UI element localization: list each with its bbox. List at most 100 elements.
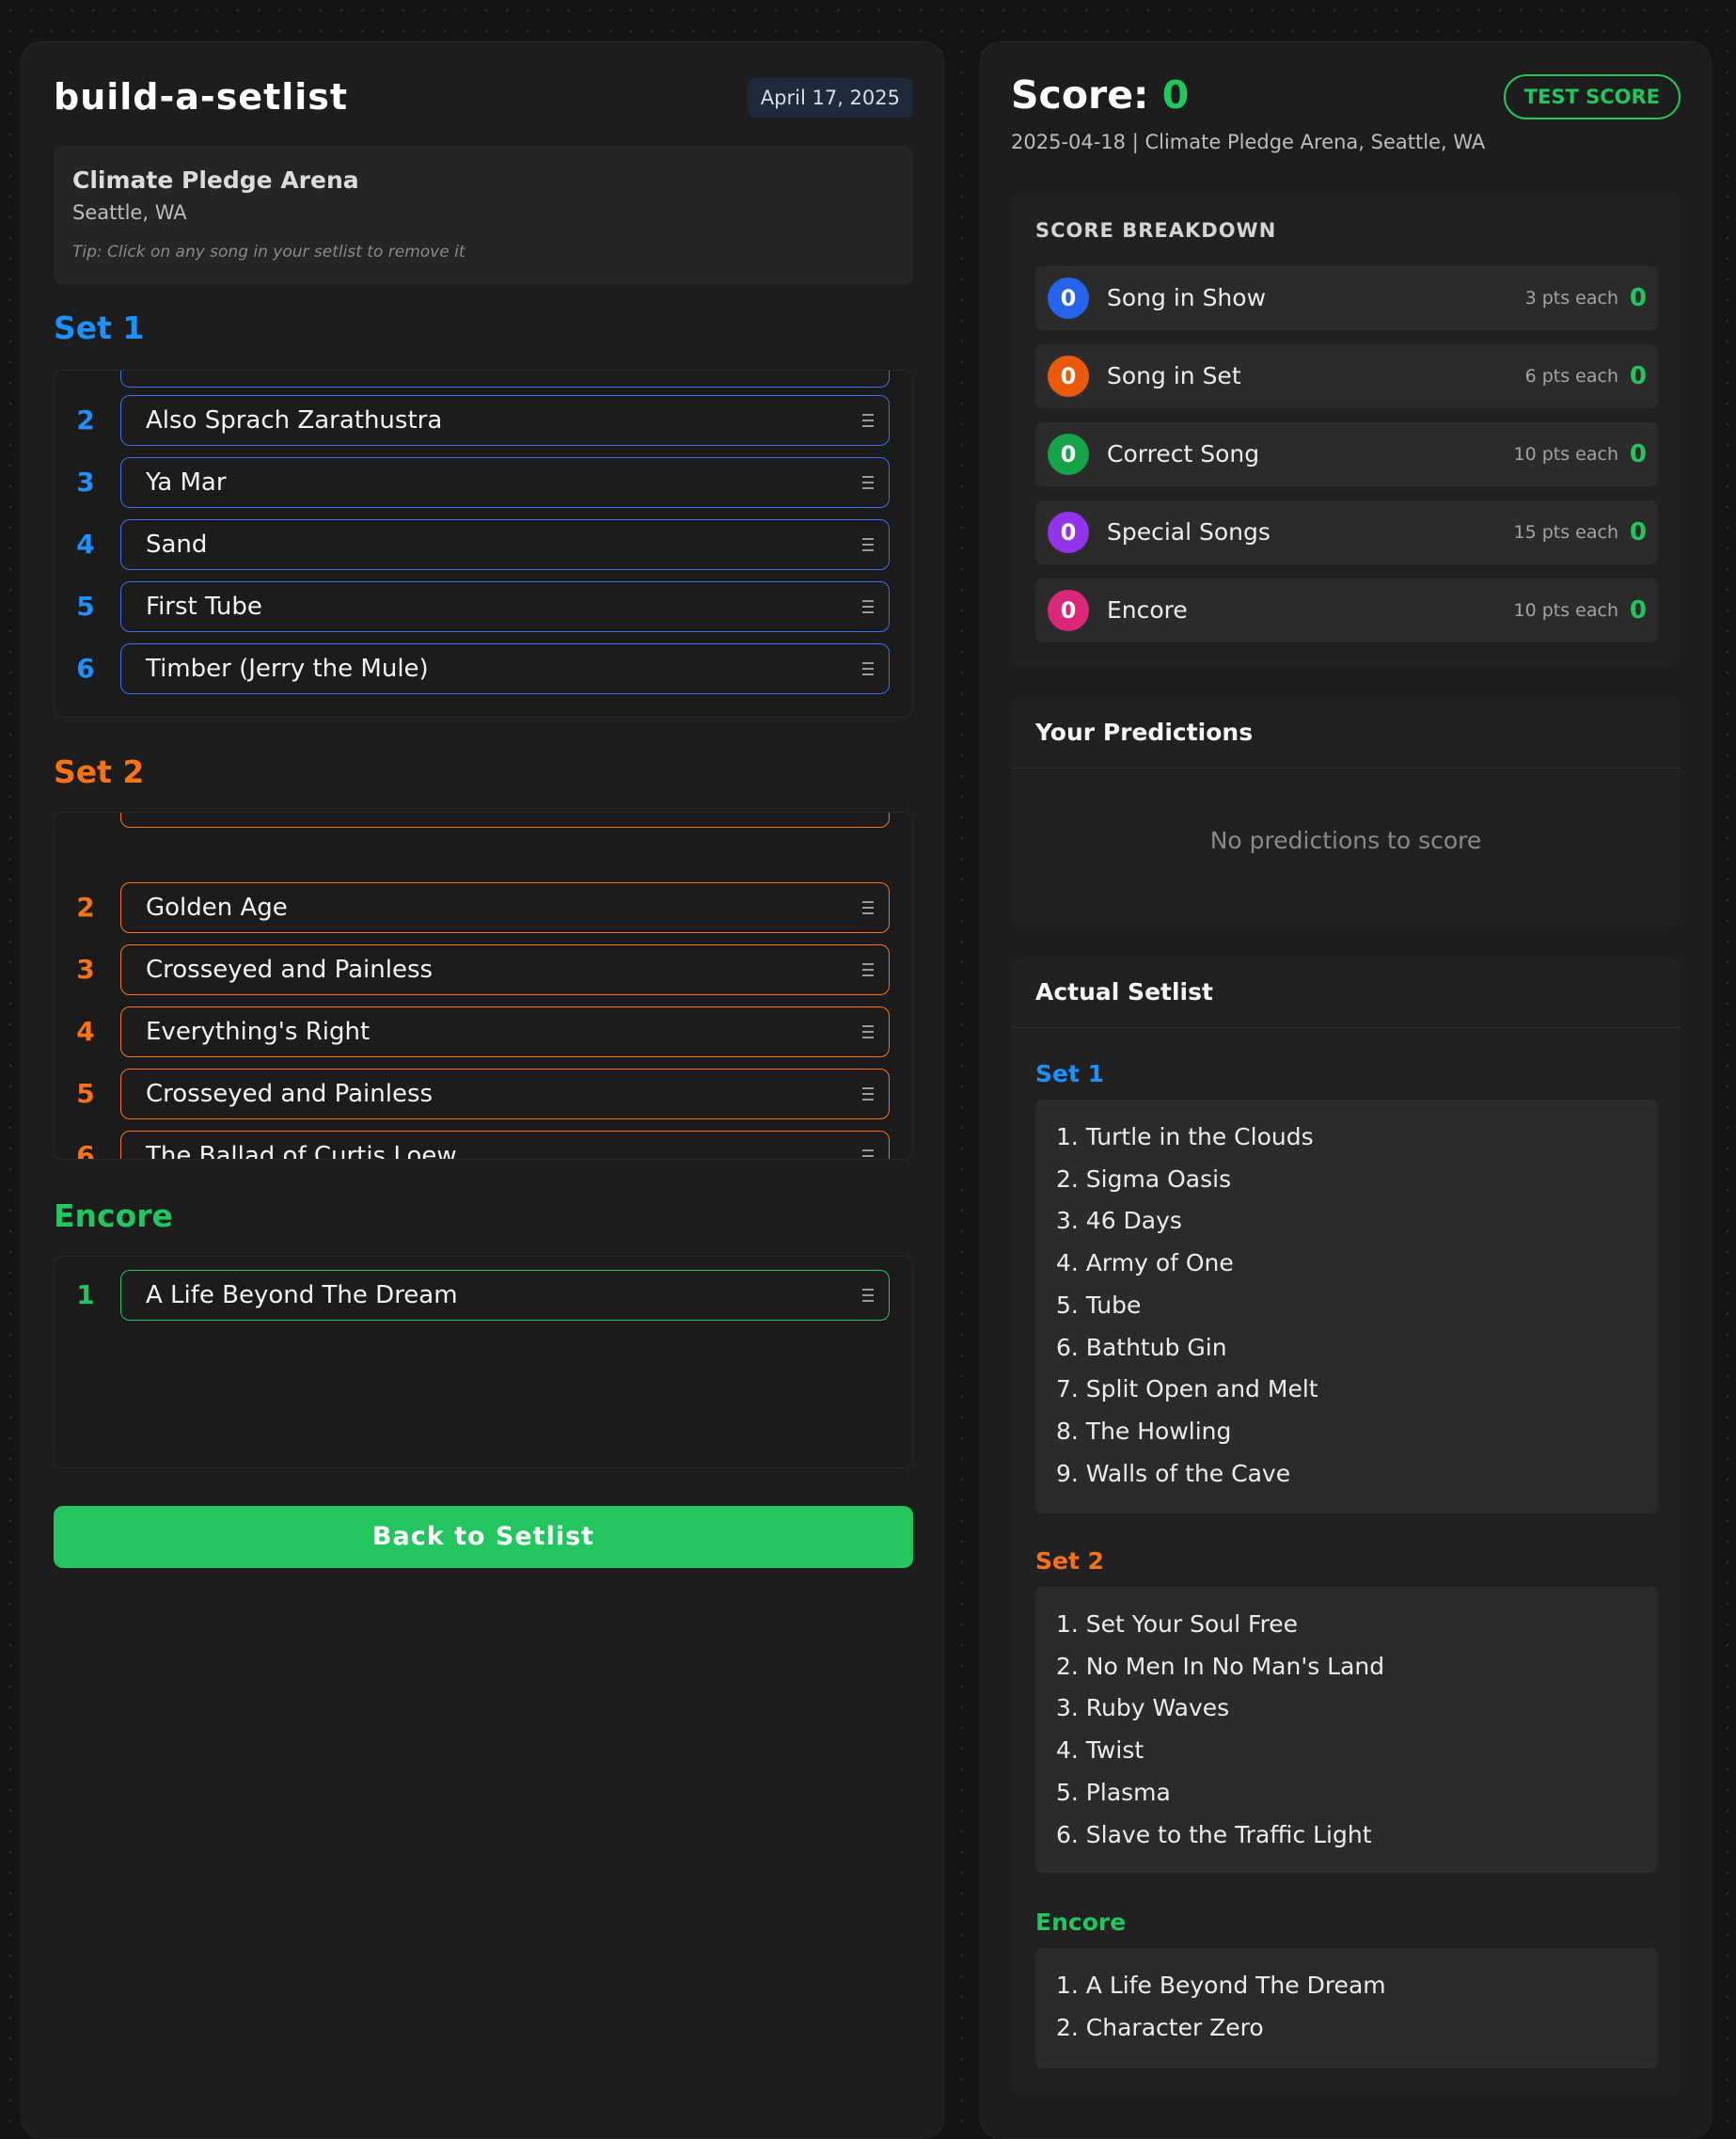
drag-handle-icon[interactable] [862,662,874,675]
set2-song-row[interactable]: 2 Golden Age [55,882,912,933]
points-total: 0 [1629,518,1647,547]
actual-setlist-title: Actual Setlist [1011,957,1681,1028]
actual-song-item: 8. The Howling [1056,1417,1232,1445]
points-each: 10 pts each [1513,444,1619,465]
song-title: Crosseyed and Painless [146,956,434,984]
song-pill[interactable]: Crosseyed and Painless [120,1069,890,1119]
drag-handle-icon[interactable] [862,414,874,427]
song-title: Also Sprach Zarathustra [146,406,443,435]
actual-song-item: 1. A Life Beyond The Dream [1056,1972,1386,1999]
song-title: Timber (Jerry the Mule) [146,655,429,683]
actual-song-item: 1. Turtle in the Clouds [1056,1123,1314,1150]
breakdown-label: Encore [1107,596,1188,624]
set1-song-row[interactable]: 3 Ya Mar [55,457,912,508]
score-subtitle: 2025-04-18 | Climate Pledge Arena, Seatt… [1011,131,1486,153]
set1-song-row[interactable]: 2 Also Sprach Zarathustra [55,395,912,446]
points-each: 15 pts each [1513,522,1619,543]
venue-city: Seattle, WA [72,201,187,224]
drag-handle-icon[interactable] [862,600,874,613]
count-badge: 0 [1048,512,1089,553]
song-pill[interactable]: A Life Beyond The Dream [120,1270,890,1321]
breakdown-label: Song in Show [1107,284,1267,311]
song-title: Crosseyed and Painless [146,1080,434,1108]
drag-handle-icon[interactable] [862,901,874,914]
set2-song-row[interactable]: 3 Crosseyed and Painless [55,944,912,995]
set2-list[interactable]: 2 Golden Age 3 Crosseyed and Painless 4 … [54,812,913,1160]
song-pill[interactable]: Crosseyed and Painless [120,944,890,995]
predictions-empty-message: No predictions to score [1209,827,1482,854]
set1-list[interactable]: 2 Also Sprach Zarathustra 3 Ya Mar 4 San… [54,370,913,718]
song-number: 1 [76,1279,95,1310]
set1-song-row[interactable]: 4 Sand [55,519,912,570]
venue-card: Climate Pledge Arena Seattle, WA Tip: Cl… [54,146,913,285]
song-pill[interactable]: Timber (Jerry the Mule) [120,643,890,694]
drag-handle-icon[interactable] [862,476,874,489]
song-title: A Life Beyond The Dream [146,1281,458,1309]
actual-encore-heading: Encore [1035,1909,1127,1936]
song-number: 5 [76,1078,95,1109]
set2-song-row[interactable]: 4 Everything's Right [55,1006,912,1057]
set1-song-row-partial[interactable] [55,371,912,388]
drag-handle-icon[interactable] [862,1025,874,1038]
encore-song-row[interactable]: 1 A Life Beyond The Dream [55,1270,912,1321]
breakdown-label: Correct Song [1107,440,1260,467]
song-pill[interactable]: Everything's Right [120,1006,890,1057]
song-number: 2 [76,404,95,436]
actual-song-item: 2. No Men In No Man's Land [1056,1652,1385,1680]
predictions-card: Your Predictions No predictions to score [1011,697,1681,927]
set2-song-row-partial[interactable] [55,813,912,828]
song-pill[interactable]: Golden Age [120,882,890,933]
actual-song-item: 1. Set Your Soul Free [1056,1610,1299,1638]
set1-song-row[interactable]: 5 First Tube [55,581,912,632]
actual-set1-heading: Set 1 [1035,1060,1105,1087]
song-number: 3 [76,954,95,985]
song-number: 6 [76,653,95,684]
song-pill[interactable]: Also Sprach Zarathustra [120,395,890,446]
count-badge: 0 [1048,590,1089,631]
actual-song-item: 6. Bathtub Gin [1056,1333,1227,1361]
song-pill[interactable]: Ya Mar [120,457,890,508]
count-badge: 0 [1048,277,1089,319]
song-number: 4 [76,529,95,560]
score-panel: Score: 0 TEST SCORE 2025-04-18 | Climate… [980,41,1712,2139]
count-badge: 0 [1048,434,1089,475]
back-to-setlist-button[interactable]: Back to Setlist [54,1506,913,1568]
drag-handle-icon[interactable] [862,1289,874,1302]
breakdown-row: 0 Encore 10 pts each 0 [1035,578,1658,642]
points-each: 6 pts each [1524,366,1618,387]
song-pill[interactable]: First Tube [120,581,890,632]
song-number: 6 [76,1140,95,1160]
song-title: First Tube [146,593,262,621]
actual-set2-list: 1. Set Your Soul Free 2. No Men In No Man… [1035,1587,1658,1873]
actual-setlist-card: Actual Setlist Set 1 1. Turtle in the Cl… [1011,957,1681,2095]
venue-tip: Tip: Click on any song in your setlist t… [72,243,466,261]
breakdown-row: 0 Song in Set 6 pts each 0 [1035,344,1658,408]
breakdown-row: 0 Special Songs 15 pts each 0 [1035,500,1658,564]
predictions-title: Your Predictions [1011,697,1681,768]
encore-list[interactable]: 1 A Life Beyond The Dream [54,1256,913,1468]
actual-song-item: 2. Character Zero [1056,2013,1264,2041]
set2-song-row[interactable]: 5 Crosseyed and Painless [55,1069,912,1119]
actual-song-item: 4. Army of One [1056,1249,1234,1277]
song-title: Golden Age [146,894,288,922]
points-total: 0 [1629,362,1647,390]
set1-song-row[interactable]: 6 Timber (Jerry the Mule) [55,643,912,694]
drag-handle-icon[interactable] [862,1087,874,1101]
drag-handle-icon[interactable] [862,1149,874,1159]
song-number: 3 [76,467,95,498]
song-pill[interactable]: The Ballad of Curtis Loew [120,1131,890,1160]
song-title: The Ballad of Curtis Loew [146,1142,457,1160]
song-pill[interactable] [120,813,890,828]
actual-song-item: 3. Ruby Waves [1056,1694,1230,1722]
song-pill[interactable] [120,371,890,388]
venue-name: Climate Pledge Arena [72,166,359,194]
song-pill[interactable]: Sand [120,519,890,570]
song-number: 2 [76,892,95,923]
test-score-button[interactable]: TEST SCORE [1503,74,1681,119]
set2-song-row[interactable]: 6 The Ballad of Curtis Loew [55,1131,912,1160]
drag-handle-icon[interactable] [862,963,874,976]
drag-handle-icon[interactable] [862,538,874,551]
actual-song-item: 4. Twist [1056,1736,1144,1765]
points-total: 0 [1629,284,1647,312]
song-number: 5 [76,591,95,622]
